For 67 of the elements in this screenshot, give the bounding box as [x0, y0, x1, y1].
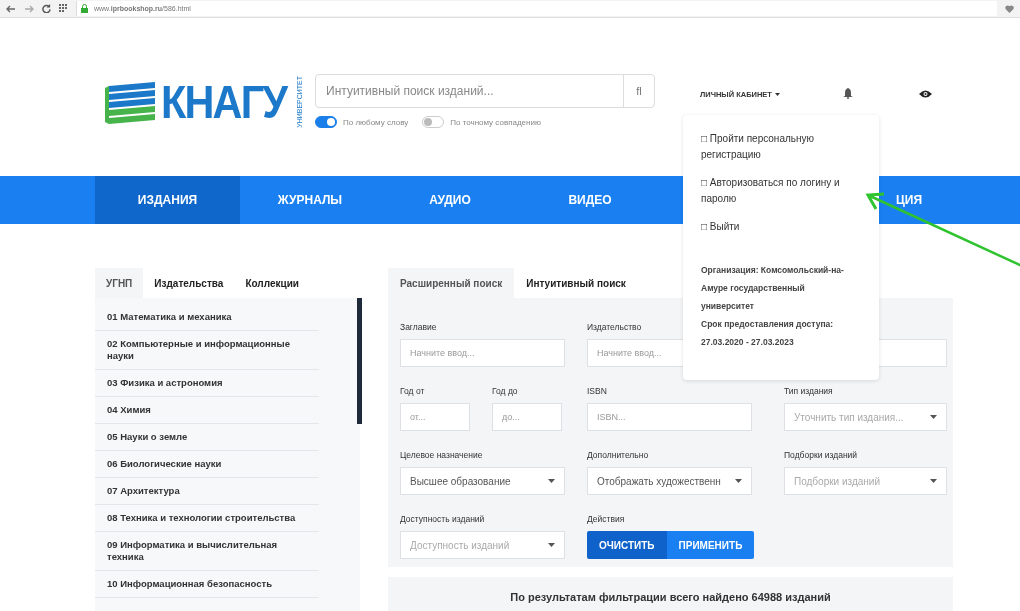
category-item[interactable]: 01 Математика и механика [95, 304, 319, 331]
caret-icon [930, 415, 937, 419]
search-field[interactable]: Интуитивный поиск изданий... fl [315, 74, 655, 108]
caret-icon [774, 93, 780, 96]
caret-icon [548, 479, 555, 483]
results-summary: По результатам фильтрации всего найдено 64988 изданий [388, 577, 953, 611]
menu-item[interactable]: □ Пройти персональную регистрацию [701, 131, 861, 163]
apply-button[interactable]: ПРИМЕНИТЬ [666, 531, 755, 559]
category-tab[interactable]: Издательства [143, 268, 235, 298]
text-field[interactable]: ISBN... [587, 403, 752, 431]
category-tab[interactable]: УГНП [95, 268, 144, 298]
search-tab[interactable]: Расширенный поиск [388, 268, 515, 298]
access-period-label: Срок предоставления доступа: [701, 318, 835, 331]
field-label: Дополнительно [587, 450, 649, 461]
toggle-switch[interactable] [315, 116, 337, 128]
toggle-switch[interactable] [422, 116, 445, 128]
category-item[interactable]: 04 Химия [95, 397, 319, 424]
text-field[interactable]: до... [492, 403, 562, 431]
text-field[interactable]: от... [400, 403, 470, 431]
field-label: Год от [400, 386, 425, 397]
toggle-label: По точному совпадению [450, 117, 541, 127]
nav-tab[interactable]: ВИДЕО [520, 176, 660, 224]
search-tab[interactable]: Интуитивный поиск [514, 268, 638, 298]
search-button[interactable]: fl [623, 75, 654, 107]
nav-tab[interactable]: ЦИЯ [890, 176, 928, 224]
category-item[interactable]: 10 Информационная безопасность [95, 571, 319, 598]
caret-icon [735, 479, 742, 483]
menu-item[interactable]: □ Выйти [701, 219, 861, 235]
field-label: Действия [587, 514, 625, 525]
back-arrow-icon[interactable] [6, 4, 16, 13]
scrollbar-thumb[interactable] [357, 298, 362, 424]
field-label: ISBN [587, 386, 607, 397]
nav-tab[interactable]: ИЗДАНИЯ [95, 176, 240, 224]
heart-icon[interactable] [1005, 4, 1014, 13]
dropdown-select[interactable]: Высшее образование [400, 467, 565, 495]
category-item[interactable]: 05 Науки о земле [95, 424, 319, 451]
clear-button[interactable]: ОЧИСТИТЬ [587, 531, 667, 559]
text-field[interactable]: Начните ввод... [400, 339, 565, 367]
lock-icon [81, 4, 88, 13]
building-logo-icon [105, 79, 157, 124]
category-item[interactable]: 07 Архитектура [95, 478, 319, 505]
nav-tab[interactable]: ЖУРНАЛЫ [240, 176, 380, 224]
category-item[interactable]: 03 Физика и астрономия [95, 370, 319, 397]
reload-icon[interactable] [42, 4, 51, 13]
logo-text: КНАГУ [161, 78, 287, 125]
apps-grid-icon[interactable] [59, 4, 68, 13]
caret-icon [930, 479, 937, 483]
bell-icon[interactable] [842, 88, 853, 99]
organization-text: Организация: Комсомольский-на-Амуре государственный университет [701, 264, 845, 313]
field-label: Целевое назначение [400, 450, 483, 461]
toggle-label: По любому слову [343, 117, 409, 127]
field-label: Доступность изданий [400, 514, 485, 525]
menu-item[interactable]: □ Авторизоваться по логину и паролю [701, 175, 861, 207]
eye-icon[interactable] [918, 90, 932, 98]
category-item[interactable]: 08 Техника и технологии строительства [95, 505, 319, 532]
field-label: Издательство [587, 322, 642, 333]
nav-tab[interactable]: АУДИО [380, 176, 520, 224]
category-item[interactable]: 06 Биологические науки [95, 451, 319, 478]
category-item[interactable]: 02 Компьютерные и информационные науки [95, 331, 319, 370]
caret-icon [548, 543, 555, 547]
dropdown-select[interactable]: Отображать художественн [587, 467, 752, 495]
category-item[interactable]: 09 Информатика и вычислительная техника [95, 532, 319, 571]
field-label: Тип издания [784, 386, 833, 397]
field-label: Год до [492, 386, 518, 397]
category-tab[interactable]: Коллекции [234, 268, 310, 298]
field-label: Заглавие [400, 322, 437, 333]
field-label: Подборки изданий [784, 450, 858, 461]
